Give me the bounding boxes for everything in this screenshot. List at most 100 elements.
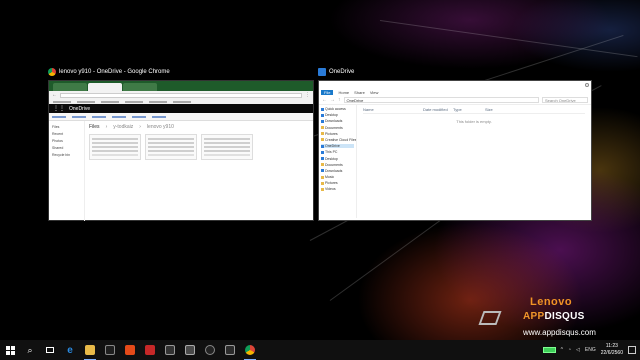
wifi-icon[interactable]: ◔	[568, 347, 571, 353]
download-icon	[321, 169, 324, 173]
chrome-window-title: lenovo y910 - OneDrive - Google Chrome	[59, 69, 170, 75]
command-item[interactable]	[72, 115, 86, 118]
nav-pictures[interactable]: Pictures	[321, 132, 354, 136]
column-name[interactable]: Name	[363, 107, 423, 112]
chrome-snap-caption[interactable]: lenovo y910 - OneDrive - Google Chrome	[48, 66, 170, 78]
breadcrumb-folder[interactable]: y-todkaiz	[113, 124, 133, 130]
lenovo-watermark: Lenovo	[530, 296, 573, 308]
file-thumbnail[interactable]	[89, 134, 141, 160]
breadcrumb-files[interactable]: Files	[89, 124, 100, 130]
nav-item-recycle-bin[interactable]: Recycle bin	[52, 153, 81, 157]
show-hidden-icons-icon[interactable]: ^	[561, 347, 563, 353]
file-thumbnail[interactable]	[201, 134, 253, 160]
app-button[interactable]	[200, 340, 220, 360]
action-center-icon[interactable]	[628, 346, 636, 354]
nav-item-files[interactable]: Files	[52, 125, 81, 129]
bookmark-item[interactable]	[173, 100, 191, 103]
chrome-taskbar-button[interactable]	[240, 340, 260, 360]
nav-documents[interactable]: Documents	[321, 126, 354, 130]
breadcrumb-current: lenovo y910	[146, 124, 174, 130]
command-item[interactable]	[112, 115, 126, 118]
nav-pc-downloads[interactable]: Downloads	[321, 169, 354, 173]
office-button[interactable]	[120, 340, 140, 360]
explorer-window[interactable]: File Home Share View ← → ↑ OneDrive Sear…	[318, 80, 592, 221]
nav-item-photos[interactable]: Photos	[52, 139, 81, 143]
chrome-tab-active[interactable]	[88, 83, 122, 91]
cloud-icon	[321, 144, 324, 148]
up-icon[interactable]: ↑	[338, 97, 341, 103]
app-icon	[205, 345, 215, 355]
bookmark-item[interactable]	[149, 100, 167, 103]
edge-button[interactable]: e	[60, 340, 80, 360]
column-date-modified[interactable]: Date modified	[423, 107, 453, 112]
explorer-ribbon: File Home Share View	[319, 89, 591, 96]
nav-pc-desktop[interactable]: Desktop	[321, 157, 354, 161]
chrome-address-bar[interactable]	[60, 92, 302, 98]
column-type[interactable]: Type	[453, 107, 485, 112]
nav-desktop[interactable]: Desktop	[321, 113, 354, 117]
appdisqus-url: www.appdisqus.com	[523, 328, 596, 337]
search-icon: ⌕	[27, 344, 33, 355]
ribbon-tab-file[interactable]: File	[321, 90, 334, 95]
app-launcher-icon[interactable]: ⋮⋮	[53, 105, 65, 112]
help-icon[interactable]	[585, 83, 589, 87]
nav-creative-cloud[interactable]: Creative Cloud Files	[321, 138, 356, 142]
app-button[interactable]	[140, 340, 160, 360]
store-button[interactable]	[100, 340, 120, 360]
app-icon	[185, 345, 195, 355]
nav-videos[interactable]: Videos	[321, 187, 354, 191]
search-button[interactable]: ⌕	[20, 340, 40, 360]
explorer-nav-pane: Quick access Desktop Downloads Documents…	[319, 105, 357, 218]
ribbon-tab-view[interactable]: View	[370, 90, 379, 95]
back-icon[interactable]: ←	[52, 92, 57, 98]
chrome-menu-icon[interactable]: ⋮	[305, 92, 310, 98]
file-thumbnail[interactable]	[145, 134, 197, 160]
command-item[interactable]	[92, 115, 106, 118]
nav-item-recent[interactable]: Recent	[52, 132, 81, 136]
column-size[interactable]: Size	[485, 107, 493, 112]
onedrive-nav: Files Recent Photos Shared Recycle bin	[49, 121, 85, 221]
language-indicator[interactable]: ENG	[585, 347, 596, 353]
nav-downloads[interactable]: Downloads	[321, 119, 354, 123]
nav-onedrive[interactable]: OneDrive	[321, 144, 354, 149]
address-bar[interactable]: OneDrive	[343, 97, 539, 103]
bookmark-item[interactable]	[101, 100, 119, 103]
nav-pc-documents[interactable]: Documents	[321, 163, 354, 167]
start-button[interactable]	[0, 340, 20, 360]
store-icon	[105, 345, 115, 355]
nav-pc-pictures[interactable]: Pictures	[321, 181, 354, 185]
chrome-window[interactable]: ← ⋮ ⋮⋮ OneDrive Files Recent Photos Shar…	[48, 80, 314, 221]
app-button[interactable]	[160, 340, 180, 360]
ribbon-tab-home[interactable]: Home	[338, 90, 349, 95]
nav-item-shared[interactable]: Shared	[52, 146, 81, 150]
ribbon-tab-share[interactable]: Share	[354, 90, 365, 95]
command-item[interactable]	[152, 115, 166, 118]
folder-icon	[321, 138, 324, 142]
chrome-tab[interactable]	[53, 83, 87, 91]
app-icon	[145, 345, 155, 355]
breadcrumb: Files › y-todkaiz › lenovo y910	[89, 124, 174, 130]
app-button[interactable]	[180, 340, 200, 360]
back-icon[interactable]: ←	[322, 97, 327, 103]
nav-quick-access[interactable]: Quick access	[321, 107, 354, 111]
clock[interactable]: 11:23 22/6/2560	[601, 343, 623, 357]
clock-date: 22/6/2560	[600, 350, 623, 356]
chrome-tab[interactable]	[123, 83, 157, 91]
bookmark-item[interactable]	[125, 100, 143, 103]
wallpaper-feather	[379, 20, 638, 58]
volume-icon[interactable]: ◁	[576, 347, 580, 353]
nav-this-pc[interactable]: This PC	[321, 150, 354, 154]
battery-icon[interactable]	[542, 347, 556, 353]
command-item[interactable]	[52, 115, 66, 118]
explorer-snap-caption[interactable]: OneDrive	[318, 66, 354, 78]
command-item[interactable]	[132, 115, 146, 118]
bookmark-item[interactable]	[53, 100, 71, 103]
app-button[interactable]	[220, 340, 240, 360]
search-box[interactable]: Search OneDrive	[542, 97, 588, 103]
task-view-button[interactable]	[40, 340, 60, 360]
bookmark-item[interactable]	[77, 100, 95, 103]
nav-music[interactable]: Music	[321, 175, 354, 179]
edge-icon: e	[67, 344, 73, 356]
file-explorer-button[interactable]	[80, 340, 100, 360]
forward-icon[interactable]: →	[330, 97, 335, 103]
